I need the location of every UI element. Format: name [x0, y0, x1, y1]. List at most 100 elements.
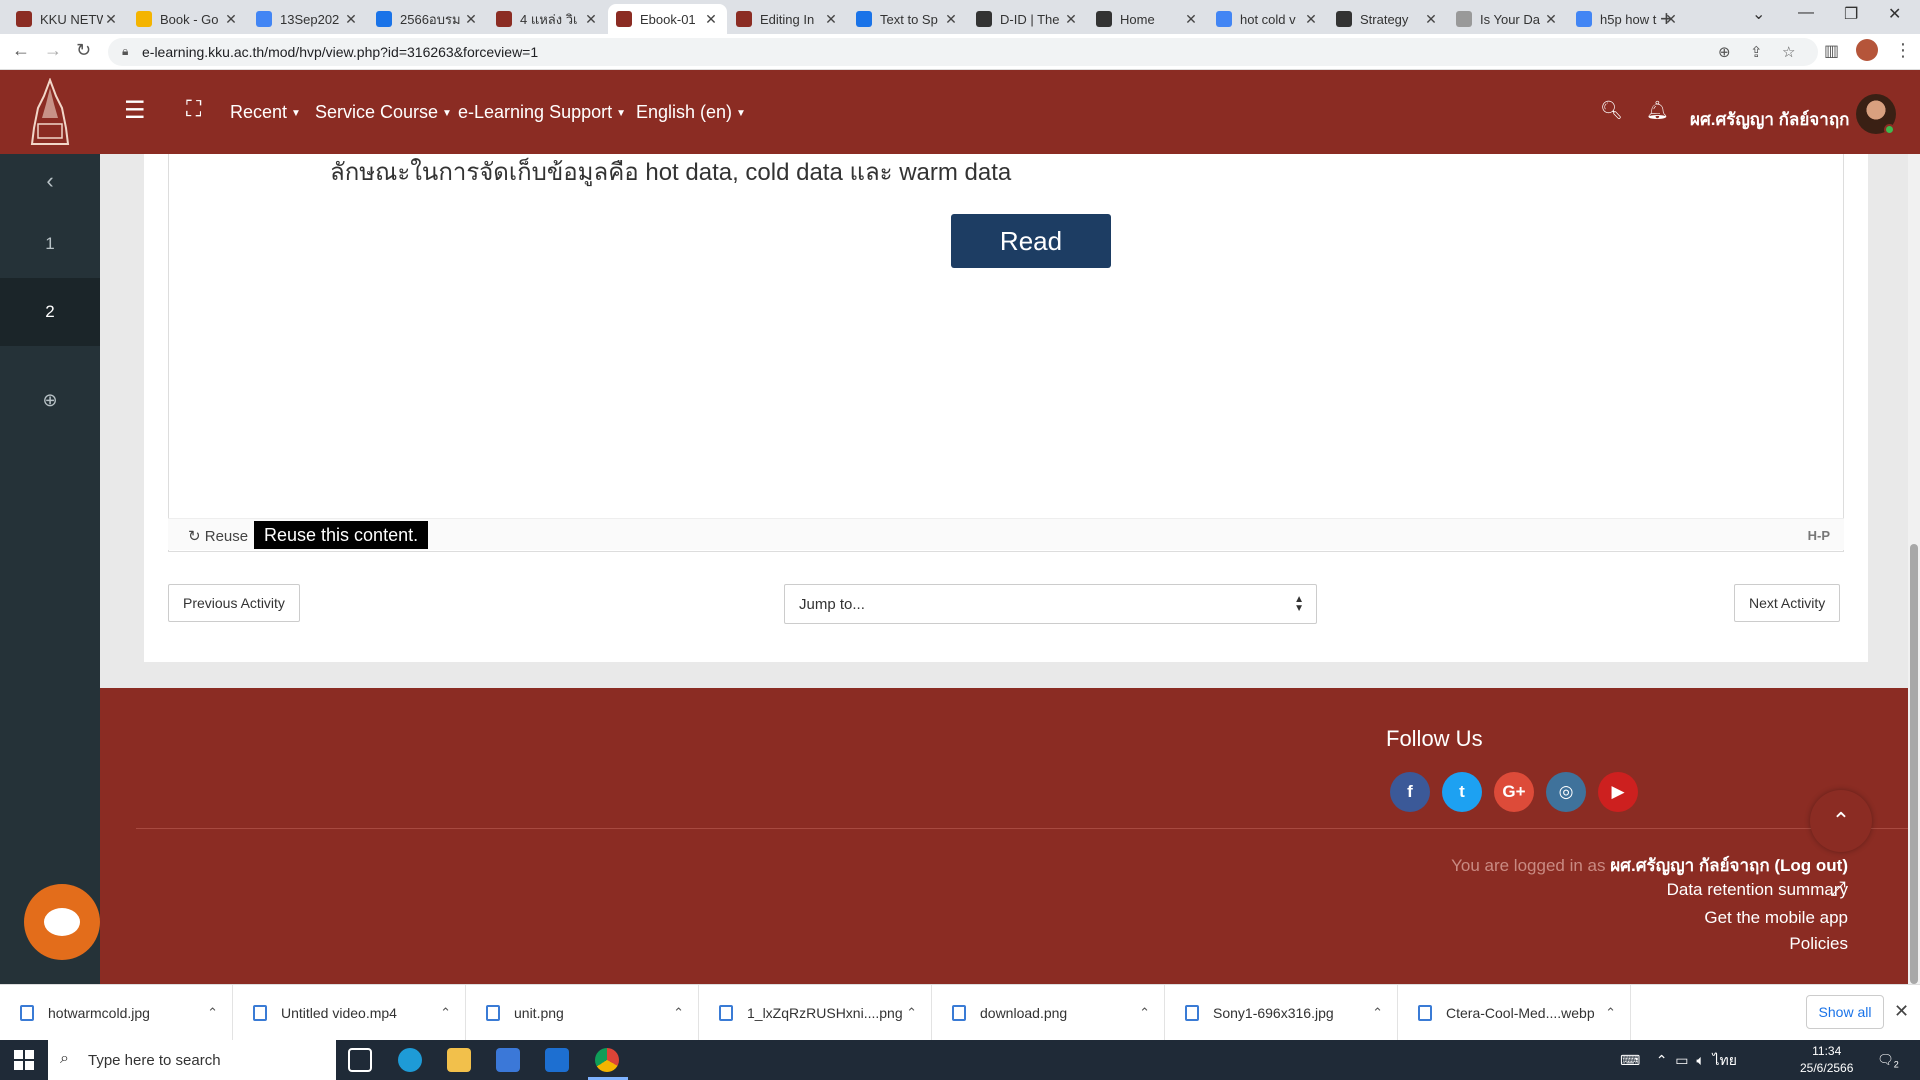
download-item[interactable]: unit.png ⌃: [466, 985, 699, 1041]
fullscreen-icon[interactable]: ⛶: [186, 96, 201, 122]
read-button[interactable]: Read: [951, 214, 1111, 268]
edge-icon[interactable]: [398, 1048, 422, 1072]
tab-close-icon[interactable]: ✕: [1303, 11, 1319, 28]
chevron-up-icon[interactable]: ⌃: [207, 1005, 218, 1021]
twitter-icon[interactable]: t: [1442, 772, 1482, 812]
reload-icon[interactable]: ↻: [76, 40, 91, 61]
tab-close-icon[interactable]: ✕: [1423, 11, 1439, 28]
hamburger-menu-icon[interactable]: ☰: [124, 96, 146, 125]
store-icon[interactable]: [496, 1048, 520, 1072]
browser-tab[interactable]: KKU NETW ✕: [8, 4, 127, 34]
chevron-up-icon[interactable]: ⌃: [440, 1005, 451, 1021]
chrome-icon[interactable]: [595, 1048, 619, 1072]
chevron-up-icon[interactable]: ⌃: [673, 1005, 684, 1021]
policies-link[interactable]: Policies: [1789, 934, 1848, 954]
tab-close-icon[interactable]: ✕: [1543, 11, 1559, 28]
clock[interactable]: 11:34 25/6/2566: [1800, 1043, 1853, 1077]
show-all-downloads-button[interactable]: Show all: [1806, 995, 1884, 1029]
browser-tab[interactable]: 4 แหล่ง วิเ ✕: [488, 4, 607, 34]
url-text[interactable]: e-learning.kku.ac.th/mod/hvp/view.php?id…: [142, 44, 538, 60]
chevron-up-icon[interactable]: ⌃: [1605, 1005, 1616, 1021]
instagram-icon[interactable]: ◎: [1546, 772, 1586, 812]
tab-close-icon[interactable]: ✕: [943, 11, 959, 28]
windows-start-icon[interactable]: [14, 1050, 34, 1070]
tab-close-icon[interactable]: ✕: [1063, 11, 1079, 28]
expand-icon[interactable]: ⤢: [1830, 878, 1846, 901]
previous-activity-button[interactable]: Previous Activity: [168, 584, 300, 622]
kku-logo[interactable]: [28, 78, 72, 146]
tab-close-icon[interactable]: ✕: [703, 11, 719, 28]
menu-elearning-support[interactable]: e-Learning Support ▼: [458, 102, 626, 123]
facebook-icon[interactable]: f: [1390, 772, 1430, 812]
reuse-button[interactable]: ↻ Reuse: [188, 527, 248, 545]
browser-tab[interactable]: Book - Go ✕: [128, 4, 247, 34]
download-item[interactable]: Sony1-696x316.jpg ⌃: [1165, 985, 1398, 1041]
download-item[interactable]: Untitled video.mp4 ⌃: [233, 985, 466, 1041]
menu-language[interactable]: English (en) ▼: [636, 102, 746, 123]
next-activity-button[interactable]: Next Activity: [1734, 584, 1841, 622]
tab-close-icon[interactable]: ✕: [103, 11, 119, 28]
tab-close-icon[interactable]: ✕: [583, 11, 599, 28]
tab-close-icon[interactable]: ✕: [823, 11, 839, 28]
logout-link[interactable]: (Log out): [1774, 856, 1848, 875]
mail-icon[interactable]: [545, 1048, 569, 1072]
chevron-left-icon[interactable]: ‹: [0, 168, 100, 194]
taskbar-search-box[interactable]: ⌕ Type here to search: [48, 1040, 336, 1080]
browser-tab[interactable]: 2566อบรม ✕: [368, 4, 487, 34]
browser-tab[interactable]: Editing In ✕: [728, 4, 847, 34]
scrollbar-thumb[interactable]: [1910, 544, 1918, 984]
network-icon[interactable]: ▭: [1675, 1052, 1688, 1068]
tray-chevron-icon[interactable]: ⌃: [1656, 1052, 1668, 1068]
new-tab-button[interactable]: +: [1660, 6, 1673, 32]
h5p-logo[interactable]: H-P: [1808, 528, 1830, 543]
zoom-icon[interactable]: ⊕: [1718, 43, 1731, 61]
window-close-button[interactable]: ✕: [1888, 4, 1901, 24]
search-icon[interactable]: 🔍︎: [1600, 100, 1623, 121]
side-panel-icon[interactable]: ▥: [1824, 41, 1839, 61]
bookmark-star-icon[interactable]: ☆: [1782, 43, 1795, 61]
input-language[interactable]: ไทย: [1713, 1052, 1737, 1068]
tab-close-icon[interactable]: ✕: [223, 11, 239, 28]
browser-menu-icon[interactable]: ⋮: [1894, 40, 1912, 61]
browser-tab[interactable]: 13Sep202 ✕: [248, 4, 367, 34]
drawer-item-1[interactable]: 1: [0, 210, 100, 278]
youtube-icon[interactable]: ▶: [1598, 772, 1638, 812]
chat-widget-button[interactable]: [24, 884, 100, 960]
tab-close-icon[interactable]: ✕: [343, 11, 359, 28]
tab-close-icon[interactable]: ✕: [463, 11, 479, 28]
drawer-item-2[interactable]: 2: [0, 278, 100, 346]
browser-tab[interactable]: Ebook-01 ✕: [608, 4, 727, 34]
chevron-up-icon[interactable]: ⌃: [1372, 1005, 1383, 1021]
add-circle-icon[interactable]: ⊕: [0, 390, 100, 411]
google-plus-icon[interactable]: G+: [1494, 772, 1534, 812]
profile-avatar[interactable]: [1856, 39, 1878, 61]
page-scrollbar[interactable]: [1908, 154, 1920, 984]
minimize-button[interactable]: —: [1798, 4, 1814, 22]
logged-in-user-link[interactable]: ผศ.ศรัญญา กัลย์จาฤก: [1610, 856, 1769, 875]
file-explorer-icon[interactable]: [447, 1048, 471, 1072]
browser-tab[interactable]: Text to Sp ✕: [848, 4, 967, 34]
download-item[interactable]: Ctera-Cool-Med....webp ⌃: [1398, 985, 1631, 1041]
mobile-app-link[interactable]: Get the mobile app: [1704, 908, 1848, 928]
browser-tab[interactable]: hot cold v ✕: [1208, 4, 1327, 34]
back-to-top-button[interactable]: ⌃: [1810, 790, 1872, 852]
task-view-icon[interactable]: [348, 1048, 372, 1072]
download-item[interactable]: hotwarmcold.jpg ⌃: [0, 985, 233, 1041]
forward-icon[interactable]: →: [44, 40, 62, 61]
notification-bell-icon[interactable]: 🔔︎: [1646, 100, 1669, 121]
download-item[interactable]: download.png ⌃: [932, 985, 1165, 1041]
menu-service-course[interactable]: Service Course ▼: [315, 102, 452, 123]
restore-button[interactable]: ❐: [1844, 4, 1858, 24]
volume-icon[interactable]: 🔈︎: [1696, 1052, 1704, 1068]
tab-search-icon[interactable]: ⌄: [1752, 4, 1765, 24]
data-retention-link[interactable]: Data retention summary: [1667, 880, 1848, 900]
menu-recent[interactable]: Recent ▼: [230, 102, 301, 123]
notification-center-icon[interactable]: 🗨︎2: [1876, 1048, 1900, 1072]
keyboard-icon[interactable]: ⌨: [1620, 1052, 1640, 1068]
browser-tab[interactable]: Is Your Da ✕: [1448, 4, 1567, 34]
browser-tab[interactable]: D-ID | The ✕: [968, 4, 1087, 34]
chevron-up-icon[interactable]: ⌃: [906, 1005, 917, 1021]
address-bar[interactable]: 🔒︎ e-learning.kku.ac.th/mod/hvp/view.php…: [108, 38, 1818, 66]
tab-close-icon[interactable]: ✕: [1183, 11, 1199, 28]
close-icon[interactable]: ✕: [1894, 1001, 1909, 1022]
